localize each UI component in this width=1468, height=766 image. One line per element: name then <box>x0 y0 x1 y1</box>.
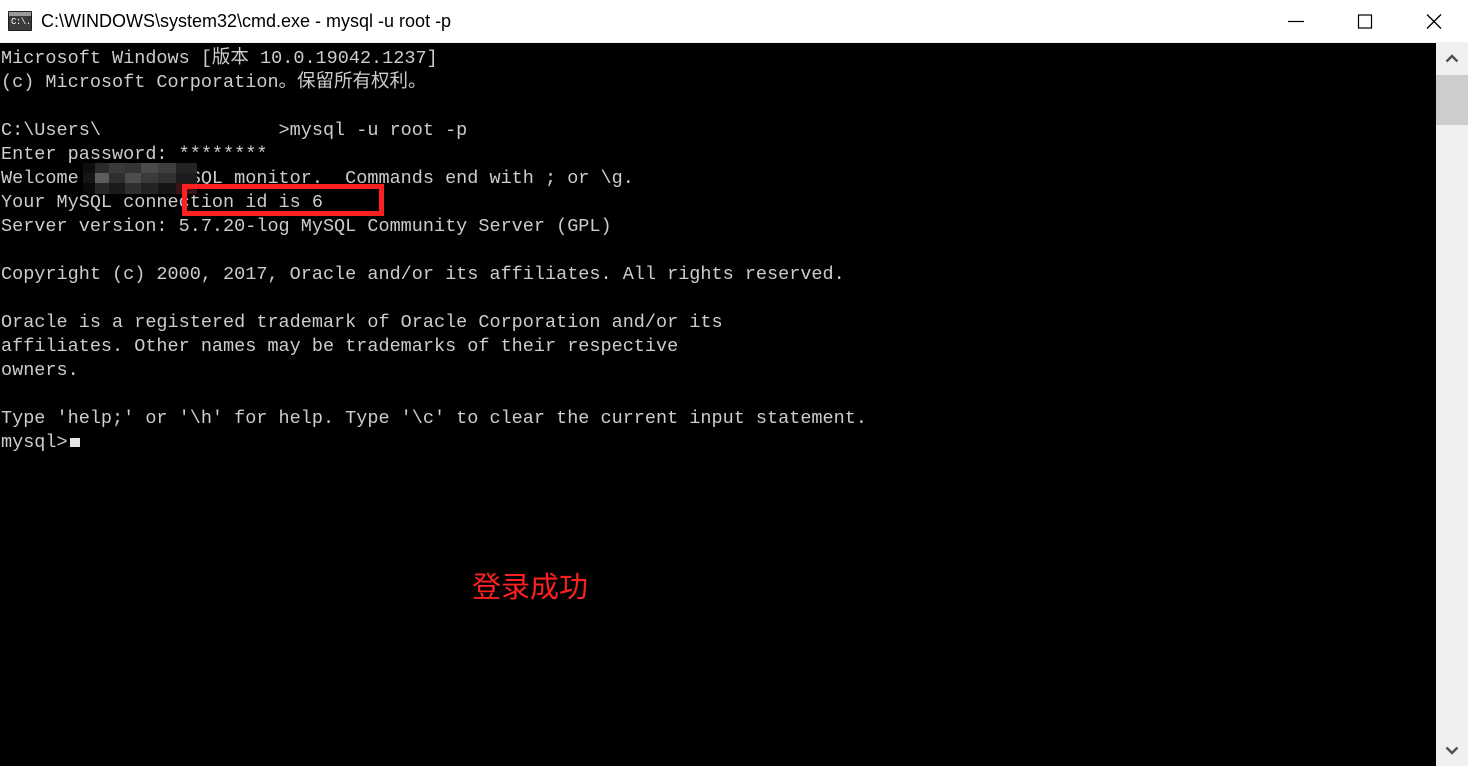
password-highlight-box <box>182 184 384 216</box>
window-title: C:\WINDOWS\system32\cmd.exe - mysql -u r… <box>41 10 452 31</box>
maximize-icon <box>1357 13 1372 29</box>
close-button[interactable] <box>1399 0 1468 43</box>
console-output-area[interactable]: Microsoft Windows [版本 10.0.19042.1237] (… <box>0 43 1436 766</box>
console-session-text: Microsoft Windows [版本 10.0.19042.1237] (… <box>1 48 867 429</box>
maximize-button[interactable] <box>1330 0 1399 43</box>
window-controls <box>1261 0 1468 43</box>
cmd-window: C:\. C:\WINDOWS\system32\cmd.exe - mysql… <box>0 0 1468 766</box>
scrollbar-track[interactable] <box>1436 75 1468 734</box>
cmd-icon-glyph: C:\. <box>11 17 31 27</box>
login-success-annotation: 登录成功 <box>472 570 589 604</box>
cmd-console-icon: C:\. <box>8 11 32 31</box>
minimize-icon <box>1287 20 1304 22</box>
chevron-up-icon <box>1445 54 1459 63</box>
redacted-username <box>83 163 197 194</box>
scroll-up-arrow[interactable] <box>1436 43 1468 75</box>
vertical-scrollbar[interactable] <box>1436 43 1468 766</box>
scroll-thumb[interactable] <box>1436 75 1468 125</box>
window-titlebar[interactable]: C:\. C:\WINDOWS\system32\cmd.exe - mysql… <box>0 0 1468 43</box>
chevron-down-icon <box>1445 746 1459 755</box>
text-cursor-block <box>69 438 80 447</box>
titlebar-left-group: C:\. C:\WINDOWS\system32\cmd.exe - mysql… <box>0 11 1261 32</box>
close-icon <box>1426 13 1441 29</box>
scroll-down-arrow[interactable] <box>1436 734 1468 766</box>
console-prompt: mysql> <box>1 432 68 453</box>
console-text: Microsoft Windows [版本 10.0.19042.1237] (… <box>0 43 867 455</box>
minimize-button[interactable] <box>1261 0 1330 43</box>
